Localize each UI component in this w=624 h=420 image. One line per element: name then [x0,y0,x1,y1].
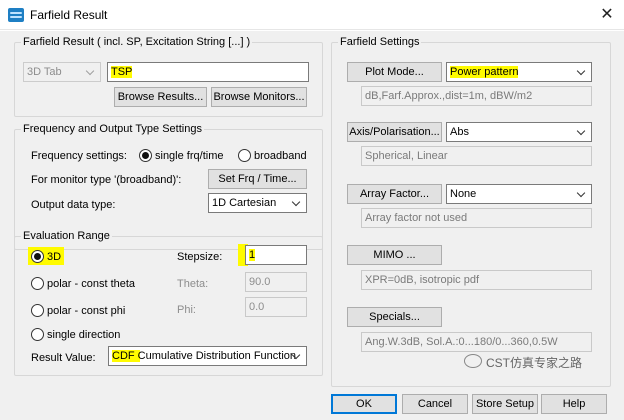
set-frq-time-button[interactable]: Set Frq / Time... [208,169,307,189]
help-button[interactable]: Help [541,394,607,414]
store-setup-button[interactable]: Store Setup [472,394,538,414]
axis-select[interactable]: Abs [446,122,592,142]
plot-mode-info: dB,Farf.Approx.,dist=1m, dBW/m2 [361,86,592,106]
stepsize-value: 1 [249,249,256,261]
group-title: Frequency and Output Type Settings [21,123,204,135]
dialog-body: Farfield Result ( incl. SP, Excitation S… [0,31,624,420]
chevron-down-icon [85,63,97,81]
phi-label: Phi: [177,304,196,316]
output-type-label: Output data type: [31,199,116,211]
array-factor-select[interactable]: None [446,184,592,204]
chevron-down-icon [576,123,588,141]
result-name-input[interactable]: TSP [107,62,309,82]
output-type-select[interactable]: 1D Cartesian [208,193,307,213]
close-icon[interactable]: ✕ [596,4,618,26]
single-direction-label: single direction [47,329,121,341]
chevron-down-icon [291,194,303,212]
plot-mode-select[interactable]: Power pattern [446,62,592,82]
eval-3d-radio[interactable] [31,250,44,263]
polar-theta-label: polar - const theta [47,278,136,290]
plot-mode-button[interactable]: Plot Mode... [347,62,442,82]
result-value-label: Result Value: [31,352,96,364]
chevron-down-icon [291,347,303,365]
app-icon [8,8,24,22]
group-title: Evaluation Range [21,230,112,242]
array-factor-button[interactable]: Array Factor... [347,184,442,204]
title-bar: Farfield Result ✕ [0,0,624,30]
browse-monitors-button[interactable]: Browse Monitors... [211,87,307,107]
eval-3d-label: 3D [47,251,62,263]
single-frq-label: single frq/time [155,150,224,162]
group-title: Farfield Settings [338,36,422,48]
mimo-info: XPR=0dB, isotropic pdf [361,270,592,290]
stepsize-label: Stepsize: [177,251,223,263]
tab-select: 3D Tab [23,62,101,82]
output-type-value: 1D Cartesian [212,197,277,209]
chevron-down-icon [576,185,588,203]
cancel-button[interactable]: Cancel [402,394,468,414]
array-factor-value: None [450,188,477,200]
phi-input: 0.0 [245,297,307,317]
group-title: Farfield Result ( incl. SP, Excitation S… [21,36,253,48]
result-value-text: CDF Cumulative Distribution Function [112,350,297,362]
stepsize-input[interactable]: 1 [245,245,307,265]
polar-theta-radio[interactable] [31,277,44,290]
mimo-button[interactable]: MIMO ... [347,245,442,265]
theta-input: 90.0 [245,272,307,292]
broadband-label: broadband [254,150,307,162]
ok-button[interactable]: OK [331,394,397,414]
monitor-type-label: For monitor type '(broadband)': [31,174,182,186]
polar-phi-radio[interactable] [31,304,44,317]
array-factor-info: Array factor not used [361,208,592,228]
tab-select-value: 3D Tab [27,66,62,78]
axis-info: Spherical, Linear [361,146,592,166]
plot-mode-value: Power pattern [450,66,519,78]
broadband-radio[interactable] [238,149,251,162]
single-direction-radio[interactable] [31,328,44,341]
frequency-settings-label: Frequency settings: [31,150,127,162]
wechat-icon [464,354,482,368]
result-name-value: TSP [111,66,133,78]
polar-phi-label: polar - const phi [47,305,126,317]
specials-info: Ang.W.3dB, Sol.A.:0...180/0...360,0.5W [361,332,592,352]
specials-button[interactable]: Specials... [347,307,442,327]
chevron-down-icon [576,63,588,81]
watermark-text: CST仿真专家之路 [486,356,583,370]
single-frq-radio[interactable] [139,149,152,162]
browse-results-button[interactable]: Browse Results... [114,87,207,107]
theta-label: Theta: [177,278,209,290]
result-value-select[interactable]: CDF Cumulative Distribution Function [108,346,307,366]
window-title: Farfield Result [30,8,108,22]
axis-polarisation-button[interactable]: Axis/Polarisation... [347,122,442,142]
axis-value: Abs [450,126,469,138]
